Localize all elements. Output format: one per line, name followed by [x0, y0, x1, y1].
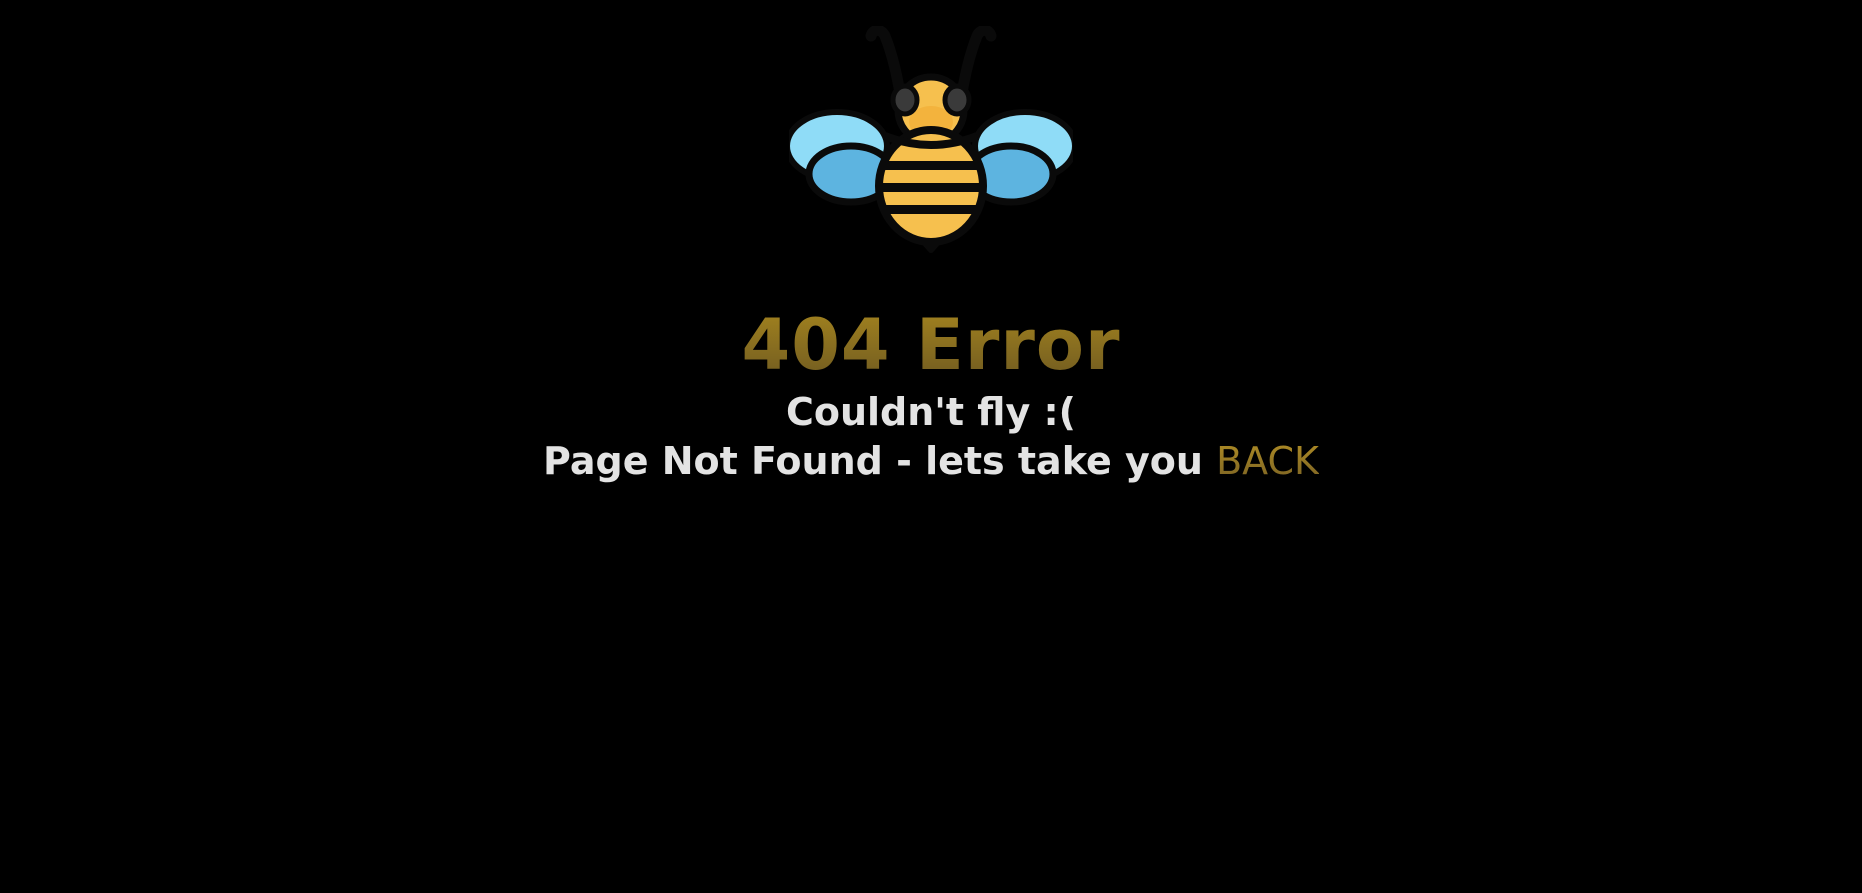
error-subtitle: Couldn't fly :( — [785, 390, 1077, 434]
error-message: Page Not Found - lets take you — [543, 439, 1217, 483]
bee-icon — [789, 26, 1073, 256]
error-title: 404 Error — [0, 300, 1862, 390]
error-page: 404 Error Couldn't fly :( Page Not Found… — [0, 0, 1862, 893]
back-link[interactable]: BACK — [1216, 439, 1319, 483]
error-message-line: Page Not Found - lets take you BACK — [0, 437, 1862, 485]
